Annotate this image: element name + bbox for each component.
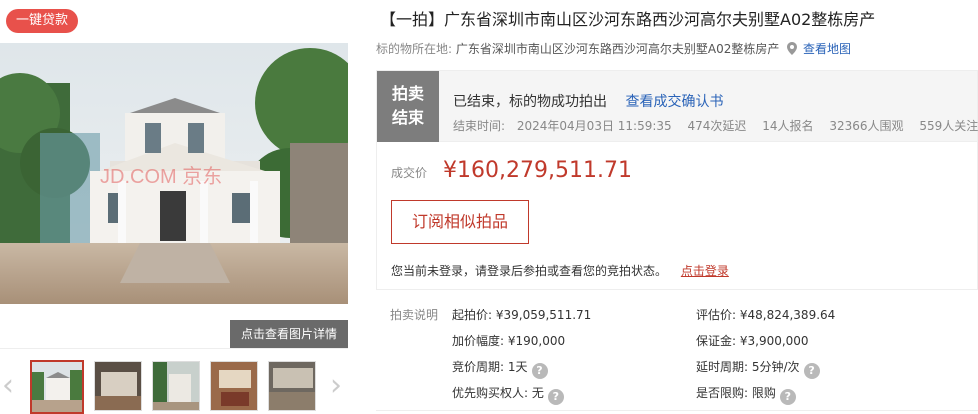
thumbnail-1[interactable] — [30, 360, 84, 414]
deal-price: ¥160,279,511.71 — [443, 158, 632, 183]
priority-row: 优先购买权人: 无? — [452, 384, 564, 405]
status-tag-line2: 结束 — [391, 108, 424, 127]
rules-label: 拍卖说明 — [390, 308, 439, 322]
help-icon[interactable]: ? — [803, 363, 820, 379]
status-message: 已结束，标的物成功拍出 — [453, 94, 607, 110]
price-panel: 成交价 ¥160,279,511.71 订阅相似拍品 您当前未登录，请登录后参拍… — [376, 142, 978, 290]
location-row: 标的物所在地: 广东省深圳市南山区沙河东路西沙河高尔夫别墅A02整栋房产 查看地… — [376, 40, 851, 58]
status-panel: 拍卖 结束 已结束，标的物成功拍出 查看成交确认书 结束时间: 2024年04月… — [376, 70, 978, 142]
divider — [0, 348, 348, 349]
thumbnail-4[interactable] — [210, 361, 258, 411]
view-map-link[interactable]: 查看地图 — [803, 42, 851, 56]
help-icon[interactable]: ? — [547, 389, 564, 405]
photo-detail-button[interactable]: 点击查看图片详情 — [230, 320, 348, 348]
thumbnail-strip: ‹ › — [0, 358, 348, 414]
status-meta-row: 结束时间: 2024年04月03日 11:59:35 474次延迟 14人报名 … — [453, 117, 978, 134]
end-time-value: 2024年04月03日 11:59:35 — [516, 119, 672, 133]
page-title: 【一拍】广东省深圳市南山区沙河东路西沙河高尔夫别墅A02整栋房产 — [380, 10, 876, 29]
login-link[interactable]: 点击登录 — [681, 264, 729, 278]
thumbnail-2[interactable] — [94, 361, 142, 411]
purchase-limit-row: 是否限购: 限购? — [696, 384, 796, 405]
help-icon[interactable]: ? — [531, 363, 548, 379]
location-address: 广东省深圳市南山区沙河东路西沙河高尔夫别墅A02整栋房产 — [455, 42, 780, 56]
chevron-left-icon[interactable]: ‹ — [0, 368, 18, 408]
main-photo[interactable]: JD.COM 京东 — [0, 43, 348, 304]
deposit: 保证金: ¥3,900,000 — [696, 334, 809, 348]
bid-increment: 加价幅度: ¥190,000 — [452, 334, 566, 348]
purchase-limit: 是否限购: 限购 — [696, 386, 776, 400]
status-tag: 拍卖 结束 — [377, 71, 439, 142]
location-label: 标的物所在地: — [376, 42, 453, 56]
login-tip: 您当前未登录，请登录后参拍或查看您的竞拍状态。 点击登录 — [391, 262, 729, 279]
delay-count: 474次延迟 — [687, 119, 747, 133]
follower-count: 559人关注提 — [919, 119, 978, 133]
login-tip-text: 您当前未登录，请登录后参拍或查看您的竞拍状态。 — [391, 264, 668, 278]
bid-cycle: 竞价周期: 1天 — [452, 360, 528, 374]
bid-cycle-row: 竞价周期: 1天? — [452, 358, 548, 379]
map-pin-icon — [787, 42, 798, 58]
thumbnail-5[interactable] — [268, 361, 316, 411]
delay-cycle-row: 延时周期: 5分钟/次? — [696, 358, 820, 379]
appraisal-price: 评估价: ¥48,824,389.64 — [696, 308, 836, 322]
end-time-label: 结束时间: — [453, 119, 506, 133]
status-message-row: 已结束，标的物成功拍出 查看成交确认书 — [453, 91, 723, 111]
signup-count: 14人报名 — [762, 119, 814, 133]
priority-buyer: 优先购买权人: 无 — [452, 386, 544, 400]
delay-cycle: 延时周期: 5分钟/次 — [696, 360, 800, 374]
chevron-right-icon[interactable]: › — [326, 368, 346, 408]
auction-rules: 拍卖说明 起拍价: ¥39,059,511.71 评估价: ¥48,824,38… — [376, 298, 978, 414]
image-gallery: 一键贷款 JD.COM 京东 点击查看图片详情 ‹ › — [0, 0, 348, 414]
start-price: 起拍价: ¥39,059,511.71 — [452, 308, 592, 322]
thumbnail-3[interactable] — [152, 361, 200, 411]
svg-text:JD.COM 京东: JD.COM 京东 — [100, 165, 222, 188]
auction-info: 【一拍】广东省深圳市南山区沙河东路西沙河高尔夫别墅A02整栋房产 标的物所在地:… — [376, 0, 978, 414]
help-icon[interactable]: ? — [779, 389, 796, 405]
loan-badge[interactable]: 一键贷款 — [6, 9, 79, 33]
divider — [376, 410, 978, 411]
watcher-count: 32366人围观 — [829, 119, 904, 133]
subscribe-similar-button[interactable]: 订阅相似拍品 — [391, 200, 529, 244]
price-label: 成交价 — [391, 166, 428, 180]
status-tag-line1: 拍卖 — [391, 84, 424, 103]
confirmation-link[interactable]: 查看成交确认书 — [625, 94, 723, 110]
